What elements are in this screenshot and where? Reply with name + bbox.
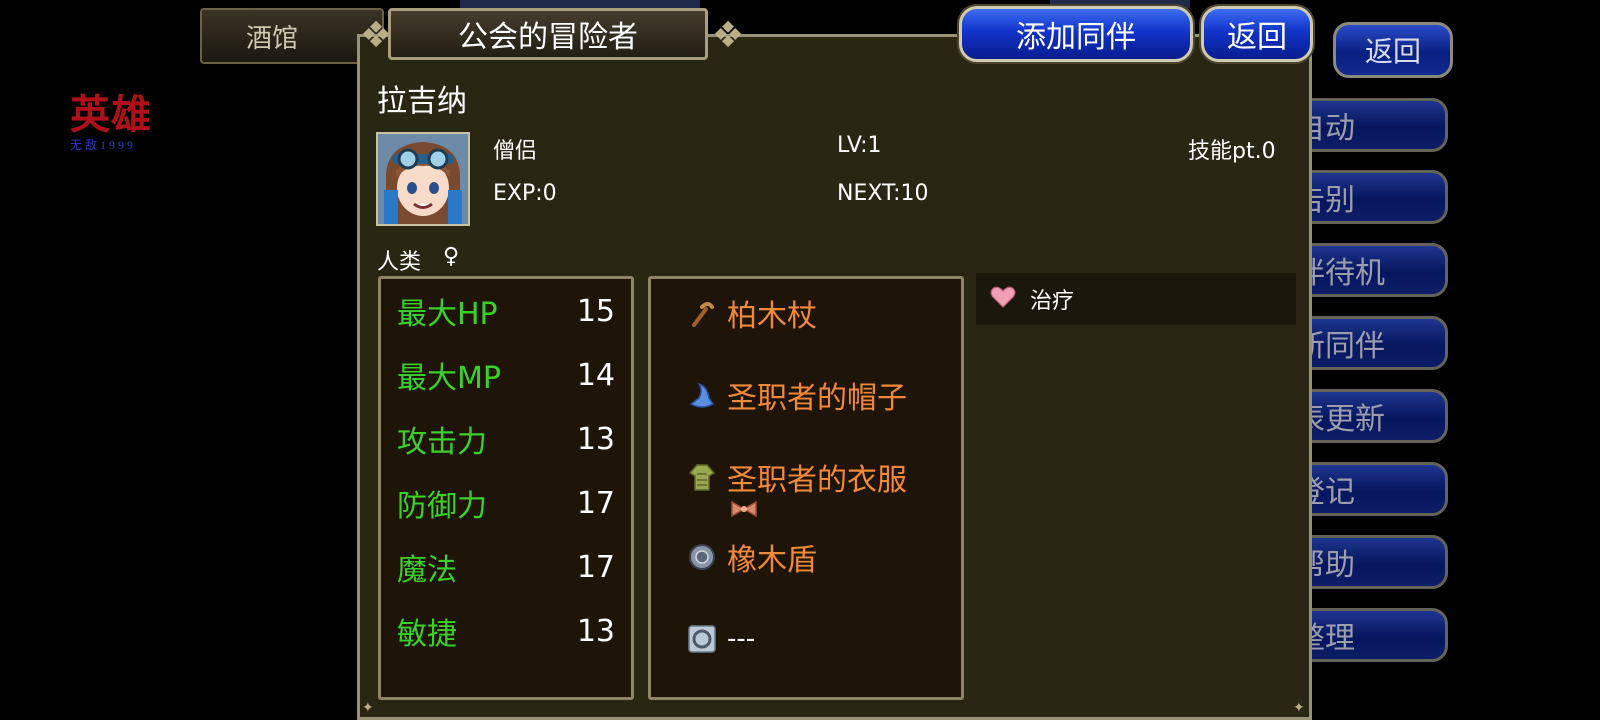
stat-name: 最大MP [397,361,501,396]
back-label: 返回 [1227,20,1287,55]
character-race: 人类 [377,250,422,275]
stat-row: 攻击力 13 [397,419,615,461]
equipment-name: --- [727,624,756,654]
stat-row: 最大HP 15 [397,291,615,333]
stat-name: 攻击力 [397,425,487,460]
equipment-slot-body[interactable]: 圣职者的衣服 [687,455,951,499]
stat-row: 魔法 17 [397,547,615,589]
equipment-name: 圣职者的衣服 [727,463,907,498]
heart-icon [990,285,1016,313]
character-sex: ♀ [443,244,460,269]
ring-icon [687,624,717,654]
dialog-title: 公会的冒险者 [458,20,638,55]
hat-icon [687,380,717,410]
stat-value: 17 [576,549,615,585]
skill-name: 治疗 [1030,289,1075,314]
character-class: 僧侣 [493,139,538,164]
stat-value: 15 [576,293,615,329]
stat-value: 13 [576,613,615,649]
stat-name: 魔法 [397,553,457,588]
equipment-slot-weapon[interactable]: 柏木杖 [687,291,951,335]
back-button[interactable]: 返回 [1201,6,1313,62]
stat-row: 最大MP 14 [397,355,615,397]
stat-name: 敏捷 [397,617,457,652]
stat-value: 14 [576,357,615,393]
staff-icon [687,298,717,328]
watermark-logo: 英雄 无敌1999 [70,91,170,153]
tab-tavern-label: 酒馆 [245,23,298,54]
logo-subtext: 无敌1999 [70,138,137,152]
race-sex-line: 人类 ♀ [377,244,459,276]
stat-name: 最大HP [397,297,498,332]
background-menu-standby[interactable]: 伴待机 [1290,243,1448,297]
equipment-slot-accessory[interactable]: --- [687,617,951,661]
corner-ornament-icon: ✦ [1293,700,1305,716]
shield-icon [687,542,717,572]
corner-ornament-icon: ✦ [362,700,374,716]
stats-panel: 最大HP 15 最大MP 14 攻击力 13 防御力 17 魔法 17 敏捷 1… [378,276,634,700]
background-back-button[interactable]: 返回 [1333,22,1453,78]
title-ornament-right-icon: ❖ [711,15,745,56]
character-skill-points: 技能pt.0 [1188,139,1276,164]
logo-text: 英雄 [70,91,152,138]
stat-row: 防御力 17 [397,483,615,525]
skill-item[interactable]: 治疗 [976,273,1296,325]
portrait-image [378,134,468,224]
equipment-slot-shield[interactable]: 橡木盾 [687,535,951,579]
equipment-slot-head[interactable]: 圣职者的帽子 [687,373,951,417]
character-level: LV:1 [837,133,882,158]
stat-row: 敏捷 13 [397,611,615,653]
equipment-name: 橡木盾 [727,543,817,578]
character-portrait [376,132,470,226]
character-name: 拉吉纳 [377,84,467,119]
stat-value: 17 [576,485,615,521]
background-menu-register[interactable]: 登记 [1290,462,1448,516]
character-exp: EXP:0 [493,181,557,206]
equipment-panel: 柏木杖 圣职者的帽子 圣职者的衣服 橡木盾 --- [648,276,964,700]
background-menu-new-companion[interactable]: 新同伴 [1290,316,1448,370]
stat-name: 防御力 [397,489,487,524]
add-companion-label: 添加同伴 [1016,20,1136,55]
stat-value: 13 [576,421,615,457]
add-companion-button[interactable]: 添加同伴 [959,6,1193,62]
character-next-exp: NEXT:10 [837,181,929,206]
equipment-name: 圣职者的帽子 [727,381,907,416]
background-menu-refresh-list[interactable]: 表更新 [1290,389,1448,443]
robe-icon [687,462,717,492]
background-menu-farewell[interactable]: 告别 [1290,170,1448,224]
bow-ornament-icon [729,497,759,521]
dialog-title-tab: 公会的冒险者 [388,8,708,60]
background-menu-auto[interactable]: 自动 [1290,98,1448,152]
background-menu-help[interactable]: 帮助 [1290,535,1448,589]
equipment-name: 柏木杖 [727,299,817,334]
background-top-strip [460,0,700,8]
background-menu-sort[interactable]: 整理 [1290,608,1448,662]
